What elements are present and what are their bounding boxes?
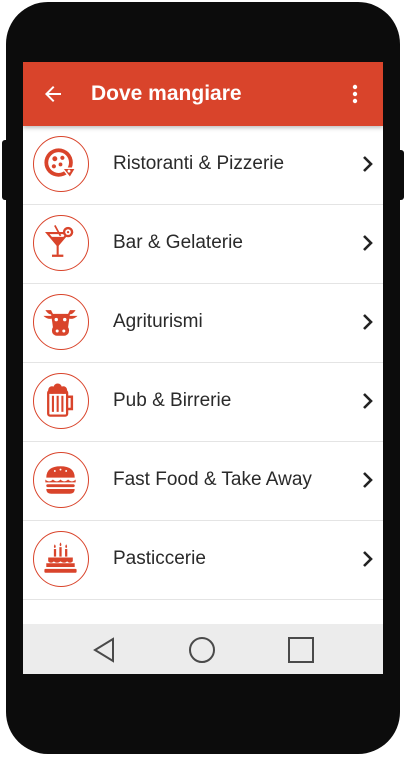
pizza-icon	[44, 148, 77, 179]
chevron-right-icon	[363, 314, 373, 330]
square-recents-icon[interactable]	[287, 636, 315, 664]
list-item-agriturismi[interactable]: Agriturismi	[23, 284, 383, 363]
list-item-label: Ristoranti & Pizzerie	[113, 153, 285, 174]
cow-head-icon	[43, 310, 78, 336]
chevron-right-icon	[363, 156, 373, 172]
icon-badge	[33, 294, 89, 350]
category-list: Ristoranti & Pizzerie Bar & Gelaterie Ag…	[23, 126, 383, 600]
list-item-label: Pub & Birrerie	[113, 390, 232, 411]
circle-home-icon[interactable]	[188, 636, 216, 664]
beer-mug-icon	[47, 383, 74, 417]
chevron-right-icon	[363, 393, 373, 409]
volume-button	[2, 140, 8, 200]
icon-badge	[33, 531, 89, 587]
app-screen: Dove mangiare Ristoranti & Pizzerie Bar …	[23, 62, 383, 674]
list-item-pub[interactable]: Pub & Birrerie	[23, 363, 383, 442]
list-item-fastfood[interactable]: Fast Food & Take Away	[23, 442, 383, 521]
burger-icon	[45, 466, 76, 494]
app-bar: Dove mangiare	[23, 62, 383, 126]
page-title: Dove mangiare	[91, 82, 242, 105]
chevron-right-icon	[363, 235, 373, 251]
chevron-right-icon	[363, 472, 373, 488]
more-vertical-icon[interactable]	[343, 82, 367, 106]
power-button	[398, 150, 404, 200]
list-item-label: Agriturismi	[113, 311, 203, 332]
list-item-label: Pasticcerie	[113, 548, 206, 569]
cake-icon	[44, 542, 77, 573]
list-item-bar[interactable]: Bar & Gelaterie	[23, 205, 383, 284]
triangle-back-icon[interactable]	[91, 636, 117, 664]
icon-badge	[33, 136, 89, 192]
cocktail-glass-icon	[45, 225, 74, 257]
list-item-label: Bar & Gelaterie	[113, 232, 243, 253]
icon-badge	[33, 215, 89, 271]
icon-badge	[33, 452, 89, 508]
arrow-left-icon[interactable]	[41, 82, 65, 106]
system-nav-bar	[23, 624, 383, 674]
list-item-label: Fast Food & Take Away	[113, 469, 312, 490]
chevron-right-icon	[363, 551, 373, 567]
list-item-ristoranti[interactable]: Ristoranti & Pizzerie	[23, 126, 383, 205]
list-item-pasticcerie[interactable]: Pasticcerie	[23, 521, 383, 600]
icon-badge	[33, 373, 89, 429]
